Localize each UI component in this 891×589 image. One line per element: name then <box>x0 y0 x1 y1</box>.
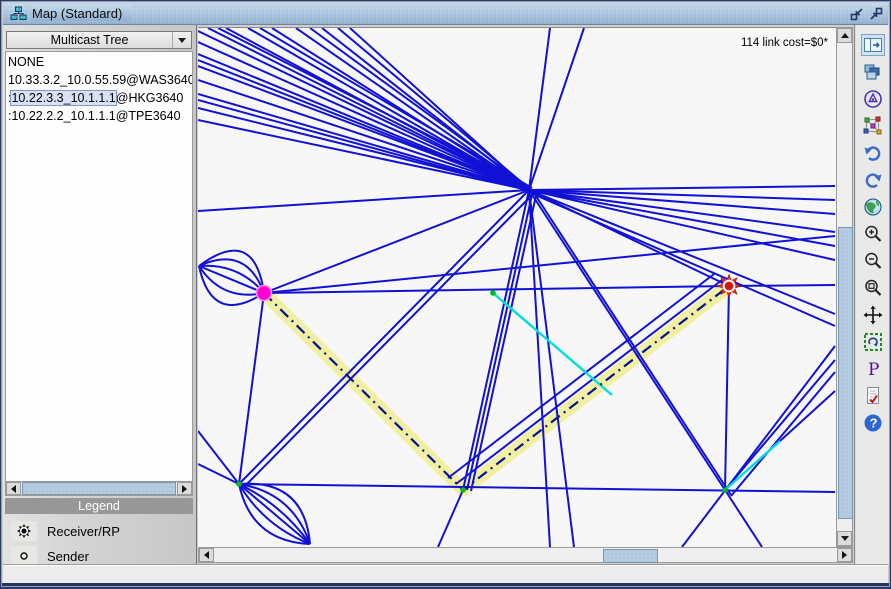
map-link <box>198 31 529 190</box>
dropdown-arrow-icon[interactable] <box>172 32 191 48</box>
map-link <box>264 286 729 293</box>
map-link <box>529 186 835 190</box>
tree-type-dropdown[interactable]: Multicast Tree <box>6 31 192 49</box>
map-canvas[interactable]: 114 link cost=$0* <box>198 27 836 547</box>
map-link <box>529 28 550 190</box>
window-title: Map (Standard) <box>32 6 132 21</box>
map-link <box>729 285 835 286</box>
zoom-in-icon[interactable] <box>861 223 885 245</box>
map-link <box>725 490 762 547</box>
legend-title: Legend <box>5 498 193 514</box>
toggle-sidebar-icon[interactable] <box>861 34 885 56</box>
list-item[interactable]: :10.22.2.2_10.1.1.1@TPE3640 <box>6 107 192 125</box>
paths-icon[interactable]: P <box>861 358 885 380</box>
map-link <box>310 28 531 189</box>
map-link <box>218 28 532 188</box>
map-link <box>529 190 550 547</box>
map-vscrollbar[interactable] <box>836 27 853 547</box>
sidebar: Multicast Tree NONE10.33.3.2_10.0.55.59@… <box>3 25 197 564</box>
map-link <box>264 236 835 293</box>
map-link <box>529 28 584 190</box>
window-bottom-border <box>2 583 889 586</box>
legend-icon[interactable] <box>861 88 885 110</box>
dropdown-label: Multicast Tree <box>7 33 172 47</box>
map-link <box>725 286 729 490</box>
map-hscrollbar[interactable] <box>198 547 853 563</box>
status-bar <box>3 564 888 585</box>
link-cost-annotation: 114 link cost=$0* <box>741 37 828 49</box>
map-link <box>198 42 529 190</box>
router-node[interactable] <box>722 487 728 493</box>
undo-icon[interactable] <box>861 142 885 164</box>
titlebar-texture <box>3 3 888 24</box>
list-item[interactable]: NONE <box>6 53 192 71</box>
map-link <box>264 190 529 293</box>
globe-icon[interactable] <box>861 196 885 218</box>
router-node[interactable] <box>490 290 496 296</box>
map-link <box>198 464 239 484</box>
redo-icon[interactable] <box>861 169 885 191</box>
map-link <box>239 293 264 484</box>
titlebar[interactable]: Map (Standard) <box>3 3 888 25</box>
map-link <box>244 193 534 487</box>
map-link <box>239 484 835 492</box>
map-link <box>198 431 239 484</box>
list-hscrollbar[interactable] <box>5 481 193 496</box>
map-link <box>198 60 531 191</box>
parallel-links <box>199 251 264 293</box>
map-link <box>198 80 529 190</box>
map-toolbar: P ? <box>854 25 889 564</box>
svg-text:P: P <box>868 360 879 379</box>
scroll-right-arrow[interactable] <box>837 548 852 562</box>
list-item[interactable]: :10.22.3.3_10.1.1.1@HKG3640 <box>6 89 192 107</box>
scroll-right-arrow[interactable] <box>177 482 192 495</box>
scroll-up-arrow[interactable] <box>837 28 852 43</box>
map-link <box>260 28 532 188</box>
scroll-left-arrow[interactable] <box>199 548 214 562</box>
maximize-button[interactable] <box>868 6 883 21</box>
svg-text:?: ? <box>869 416 877 431</box>
zoom-box-icon[interactable] <box>861 277 885 299</box>
map-link <box>239 190 529 484</box>
list-item[interactable]: 10.33.3.2_10.0.55.59@WAS3640 <box>6 71 192 89</box>
map-link <box>725 360 835 490</box>
map-link <box>198 190 529 211</box>
parallel-links <box>199 266 264 305</box>
map-link-alt <box>725 441 780 490</box>
legend-label: Sender <box>47 549 89 564</box>
list-hscroll-thumb[interactable] <box>22 482 176 495</box>
graph-layout-icon[interactable] <box>861 115 885 137</box>
scroll-left-arrow[interactable] <box>6 482 21 495</box>
help-icon[interactable]: ? <box>861 412 885 434</box>
sender-icon <box>11 546 37 566</box>
map-window: Map (Standard) Multicast Tree NONE10.33.… <box>1 1 890 587</box>
restore-button[interactable] <box>849 6 864 21</box>
report-icon[interactable] <box>861 385 885 407</box>
receiver-rp-icon <box>11 521 37 541</box>
zoom-out-icon[interactable] <box>861 250 885 272</box>
sitemap-icon <box>10 6 27 21</box>
topology-svg <box>198 28 836 547</box>
map-hscroll-thumb[interactable] <box>603 549 658 563</box>
router-node[interactable] <box>460 487 466 493</box>
multicast-tree-list[interactable]: NONE10.33.3.2_10.0.55.59@WAS3640:10.22.3… <box>5 51 193 481</box>
map-vscroll-thumb[interactable] <box>838 227 853 519</box>
scroll-down-arrow[interactable] <box>837 531 852 546</box>
map-link <box>731 372 835 496</box>
legend-label: Receiver/RP <box>47 524 120 539</box>
pan-icon[interactable] <box>861 304 885 326</box>
map-link <box>682 346 835 547</box>
sender-node[interactable] <box>257 286 272 301</box>
map-link <box>198 94 529 190</box>
legend-item-receiver: Receiver/RP <box>5 519 120 543</box>
map-link <box>438 490 463 547</box>
map-views-icon[interactable] <box>861 61 885 83</box>
router-node[interactable] <box>236 481 242 487</box>
fit-selection-icon[interactable] <box>861 331 885 353</box>
